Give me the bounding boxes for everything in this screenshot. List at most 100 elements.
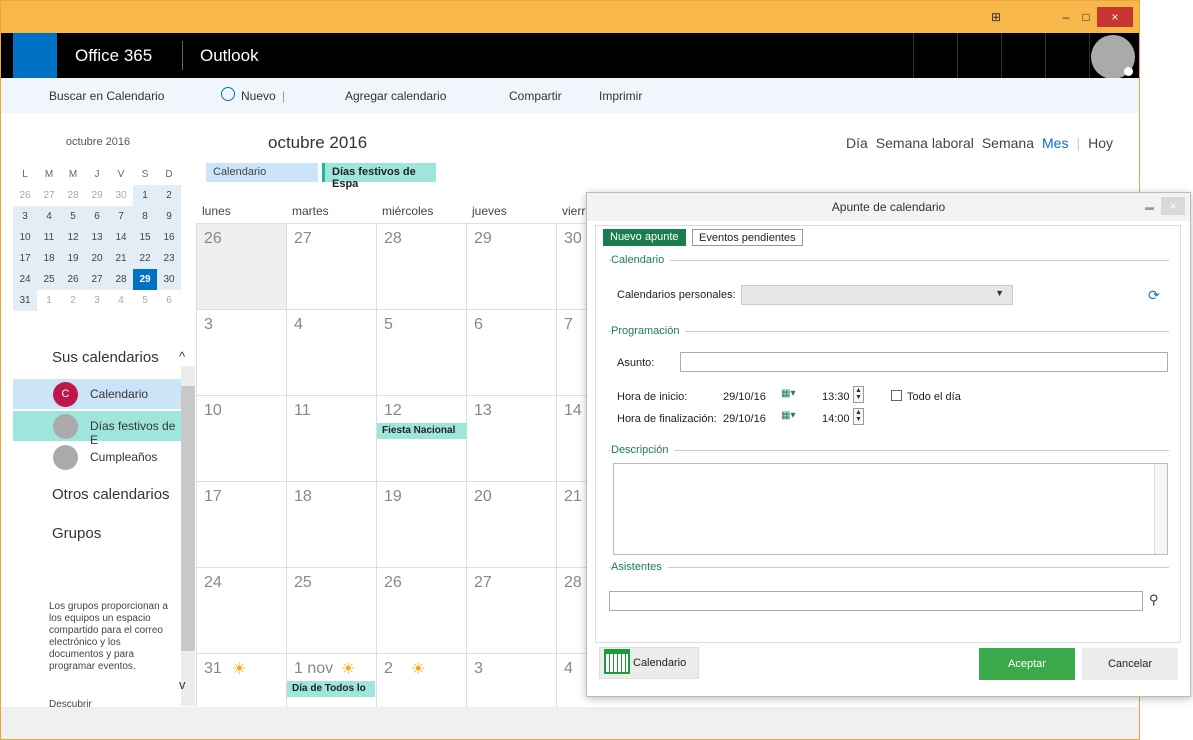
textarea-scrollbar[interactable] — [1154, 464, 1167, 554]
calendar-button[interactable]: Calendario — [599, 647, 699, 679]
mini-day[interactable]: 5 — [133, 290, 157, 311]
date-picker-icon[interactable]: ▦▾ — [781, 410, 795, 421]
sidebar-scrollbar[interactable] — [181, 366, 195, 706]
mini-day[interactable]: 2 — [157, 185, 181, 206]
my-calendars-header[interactable]: Sus calendarios — [52, 349, 159, 366]
print-button[interactable]: Imprimir — [599, 89, 642, 103]
maximize-button[interactable]: □ — [1076, 7, 1096, 27]
mini-day[interactable]: 20 — [85, 248, 109, 269]
start-time-field[interactable]: 13:30 — [822, 391, 850, 403]
close-button[interactable]: × — [1097, 7, 1133, 27]
tab-pending-events[interactable]: Eventos pendientes — [692, 229, 803, 246]
attendees-input[interactable] — [609, 591, 1143, 611]
mini-day[interactable]: 25 — [37, 269, 61, 290]
chevron-up-icon[interactable]: ^ — [179, 349, 185, 364]
mini-day[interactable]: 31 — [13, 290, 37, 311]
mini-day[interactable]: 3 — [13, 206, 37, 227]
event-fiesta-nacional[interactable]: Fiesta Nacional — [377, 423, 467, 439]
window-icon[interactable]: ⊞ — [981, 7, 1011, 27]
view-1[interactable]: Semana laboral — [876, 135, 974, 151]
holidays-tag[interactable]: Días festivos de Espa — [322, 163, 436, 190]
end-time-field[interactable]: 14:00 — [822, 413, 850, 425]
start-date-field[interactable]: 29/10/16 — [723, 391, 766, 403]
app-title[interactable]: Outlook — [200, 46, 259, 66]
tab-new-entry[interactable]: Nuevo apunte — [603, 229, 686, 246]
mini-day[interactable]: 23 — [157, 248, 181, 269]
mini-day[interactable]: 19 — [61, 248, 85, 269]
suite-title[interactable]: Office 365 — [75, 46, 152, 66]
mini-day[interactable]: 12 — [61, 227, 85, 248]
mini-day[interactable]: 11 — [37, 227, 61, 248]
mini-day[interactable]: 29 — [85, 185, 109, 206]
mini-day[interactable]: 21 — [109, 248, 133, 269]
mini-day[interactable]: 28 — [61, 185, 85, 206]
mini-day[interactable]: 9 — [157, 206, 181, 227]
mini-day[interactable]: 16 — [157, 227, 181, 248]
personal-calendars-select[interactable]: ▼ — [741, 285, 1013, 305]
mini-day[interactable]: 4 — [109, 290, 133, 311]
new-icon[interactable] — [221, 87, 235, 101]
calendar-tag[interactable]: Calendario — [206, 163, 318, 182]
minimize-button[interactable]: – — [1056, 7, 1076, 27]
mini-day[interactable]: 22 — [133, 248, 157, 269]
add-calendar-button[interactable]: Agregar calendario — [345, 89, 446, 103]
mini-day[interactable]: 17 — [13, 248, 37, 269]
mini-day[interactable]: 26 — [61, 269, 85, 290]
close-button[interactable]: × — [1161, 197, 1185, 215]
mini-day[interactable]: 27 — [37, 185, 61, 206]
time-stepper[interactable]: ▲ ▼ — [853, 386, 864, 403]
app-launcher-button[interactable] — [13, 33, 57, 78]
accept-button[interactable]: Aceptar — [979, 648, 1075, 680]
new-button[interactable]: Nuevo — [241, 89, 276, 103]
view-4[interactable]: Hoy — [1088, 135, 1113, 151]
mini-day[interactable]: 1 — [37, 290, 61, 311]
sync-icon[interactable]: ⟳ — [1148, 287, 1160, 304]
allday-checkbox[interactable] — [891, 390, 902, 401]
date-picker-icon[interactable]: ▦▾ — [781, 388, 795, 399]
view-0[interactable]: Día — [846, 135, 868, 151]
groups-header[interactable]: Grupos — [52, 525, 101, 542]
share-button[interactable]: Compartir — [509, 89, 562, 103]
mini-day[interactable]: 1 — [133, 185, 157, 206]
schedule-group-label: Programación — [611, 325, 686, 337]
view-3[interactable]: Mes — [1042, 135, 1068, 151]
mini-day[interactable]: 24 — [13, 269, 37, 290]
mini-day[interactable]: 7 — [109, 206, 133, 227]
mini-day[interactable]: 30 — [109, 185, 133, 206]
mini-day[interactable]: 26 — [13, 185, 37, 206]
mini-day[interactable]: 5 — [61, 206, 85, 227]
end-date-field[interactable]: 29/10/16 — [723, 413, 766, 425]
discover-link[interactable]: Descubrir — [49, 699, 92, 707]
other-calendars-header[interactable]: Otros calendarios — [52, 486, 170, 503]
mini-day[interactable]: 28 — [109, 269, 133, 290]
minimize-icon[interactable]: ▬ — [1145, 202, 1154, 212]
chevron-down-icon[interactable]: v — [179, 677, 186, 692]
mini-day[interactable]: 27 — [85, 269, 109, 290]
mini-day[interactable]: 14 — [109, 227, 133, 248]
mini-day[interactable]: 15 — [133, 227, 157, 248]
search-calendar-button[interactable]: Buscar en Calendario — [49, 89, 164, 103]
mini-day[interactable]: 29 — [133, 269, 157, 290]
mini-day[interactable]: 3 — [85, 290, 109, 311]
description-textarea[interactable] — [613, 463, 1168, 555]
mini-day[interactable]: 30 — [157, 269, 181, 290]
event-todos-santos[interactable]: Día de Todos lo — [287, 681, 375, 697]
avatar[interactable] — [1091, 35, 1135, 79]
calendar-item[interactable]: C Calendario — [13, 379, 181, 409]
view-2[interactable]: Semana — [982, 135, 1034, 151]
mini-day[interactable]: 4 — [37, 206, 61, 227]
time-stepper[interactable]: ▲ ▼ — [853, 408, 864, 425]
scrollbar-thumb[interactable] — [181, 386, 195, 651]
cancel-button[interactable]: Cancelar — [1082, 648, 1178, 680]
search-icon[interactable]: ⚲ — [1149, 592, 1159, 608]
mini-day[interactable]: 8 — [133, 206, 157, 227]
subject-input[interactable] — [680, 352, 1168, 372]
mini-day[interactable]: 6 — [157, 290, 181, 311]
mini-day[interactable]: 6 — [85, 206, 109, 227]
mini-day[interactable]: 13 — [85, 227, 109, 248]
mini-day[interactable]: 10 — [13, 227, 37, 248]
mini-day[interactable]: 2 — [61, 290, 85, 311]
mini-day[interactable]: 18 — [37, 248, 61, 269]
calendar-item[interactable]: Días festivos de E — [13, 411, 181, 447]
calendar-item[interactable]: Cumpleaños — [13, 442, 181, 472]
